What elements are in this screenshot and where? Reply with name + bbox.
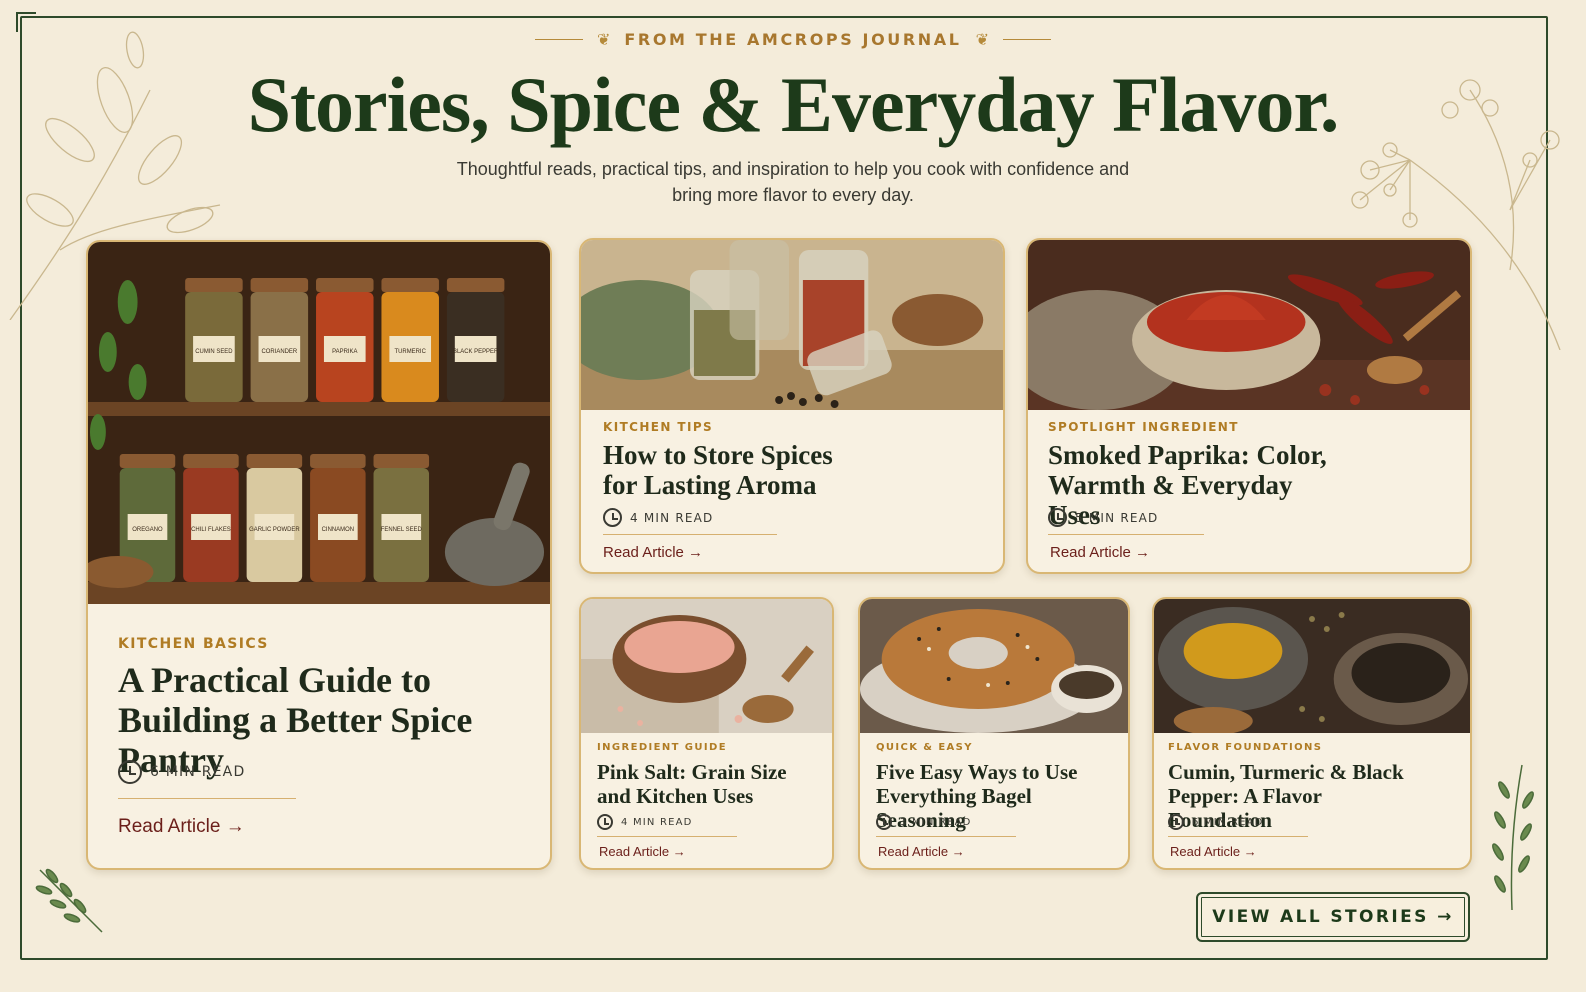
spice-jar: FENNEL SEED bbox=[373, 454, 430, 582]
featured-meta: 6 MIN READ bbox=[118, 760, 245, 784]
jar-label: CINNAMON bbox=[322, 527, 354, 533]
article-read-time: 4 MIN READ bbox=[621, 816, 693, 828]
spice-jar: GARLIC POWDER bbox=[246, 454, 303, 582]
spice-jar: BLACK PEPPER bbox=[446, 278, 505, 402]
article-category: INGREDIENT GUIDE bbox=[597, 742, 727, 753]
read-article-link[interactable]: Read Article → bbox=[603, 544, 703, 561]
view-all-stories-button[interactable]: VIEW ALL STORIES → bbox=[1196, 892, 1470, 942]
clock-icon bbox=[603, 508, 622, 527]
featured-read-time: 6 MIN READ bbox=[150, 764, 246, 780]
article-card[interactable]: KITCHEN TIPS How to Store Spices for Las… bbox=[579, 238, 1005, 574]
read-article-link[interactable]: Read Article → bbox=[878, 844, 965, 859]
article-card[interactable]: QUICK & EASY Five Easy Ways to Use Every… bbox=[858, 597, 1130, 870]
article-category: KITCHEN TIPS bbox=[603, 420, 714, 434]
article-category: SPOTLIGHT INGREDIENT bbox=[1048, 420, 1239, 434]
article-divider bbox=[1168, 836, 1308, 837]
article-meta: 4 MIN READ bbox=[603, 508, 714, 527]
clock-icon bbox=[876, 814, 892, 830]
article-image-paprika-bowl bbox=[1028, 240, 1470, 410]
article-image-spice-jars bbox=[581, 240, 1003, 410]
featured-article-image: CUMIN SEED CORIANDER PAPRIKA TURMERIC BLACK … bbox=[88, 242, 550, 604]
spice-jar: CINNAMON bbox=[310, 454, 366, 582]
article-read-time: 5 MIN READ bbox=[1075, 510, 1159, 525]
page-headline: Stories, Spice & Everyday Flavor. bbox=[247, 61, 1340, 148]
spice-jar: TURMERIC bbox=[381, 278, 439, 402]
jar-label: TURMERIC bbox=[395, 349, 427, 355]
article-divider bbox=[1048, 534, 1204, 535]
article-divider bbox=[597, 836, 737, 837]
article-card[interactable]: INGREDIENT GUIDE Pink Salt: Grain Size a… bbox=[579, 597, 834, 870]
featured-read-article-link[interactable]: Read Article → bbox=[118, 816, 245, 838]
clock-icon bbox=[597, 814, 613, 830]
article-meta: 6 MIN READ bbox=[1168, 814, 1264, 830]
featured-category: KITCHEN BASICS bbox=[118, 636, 269, 652]
header-eyebrow-row: ❦ FROM THE AMCROPS JOURNAL ❦ bbox=[0, 30, 1586, 49]
article-title: Pink Salt: Grain Size and Kitchen Uses bbox=[597, 760, 787, 808]
article-read-time: 6 MIN READ bbox=[1192, 816, 1264, 828]
spice-jar: CUMIN SEED bbox=[185, 278, 243, 402]
clock-icon bbox=[1168, 814, 1184, 830]
sprig-icon: ❦ bbox=[597, 30, 611, 49]
article-divider bbox=[603, 534, 777, 535]
article-meta: 5 MIN READ bbox=[1048, 508, 1159, 527]
jar-label: BLACK PEPPER bbox=[453, 349, 499, 355]
clock-icon bbox=[118, 760, 142, 784]
article-read-time: 4 MIN READ bbox=[630, 510, 714, 525]
article-image-pink-salt bbox=[581, 599, 832, 733]
clock-icon bbox=[1048, 508, 1067, 527]
article-card[interactable]: FLAVOR FOUNDATIONS Cumin, Turmeric & Bla… bbox=[1152, 597, 1472, 870]
spice-jar: CHILI FLAKES bbox=[183, 454, 239, 582]
article-meta: 3 MIN READ bbox=[876, 814, 972, 830]
journal-eyebrow: FROM THE AMCROPS JOURNAL bbox=[624, 30, 962, 49]
article-image-bagel bbox=[860, 599, 1128, 733]
jar-label: GARLIC POWDER bbox=[249, 527, 300, 533]
read-article-link[interactable]: Read Article → bbox=[1170, 844, 1257, 859]
jar-label: CUMIN SEED bbox=[195, 349, 233, 355]
jar-label: FENNEL SEED bbox=[381, 527, 423, 533]
article-title: How to Store Spices for Lasting Aroma bbox=[603, 440, 833, 500]
sprig-icon: ❦ bbox=[975, 30, 989, 49]
article-card[interactable]: SPOTLIGHT INGREDIENT Smoked Paprika: Col… bbox=[1026, 238, 1472, 574]
featured-divider bbox=[118, 798, 296, 799]
jar-label: CHILI FLAKES bbox=[191, 527, 231, 533]
eyebrow-divider bbox=[1003, 39, 1051, 40]
jar-label: CORIANDER bbox=[262, 349, 298, 355]
read-article-link[interactable]: Read Article → bbox=[1050, 544, 1150, 561]
eyebrow-divider bbox=[535, 39, 583, 40]
jar-label: PAPRIKA bbox=[332, 349, 357, 355]
article-category: QUICK & EASY bbox=[876, 742, 973, 753]
article-image-spice-bowls bbox=[1154, 599, 1470, 733]
article-read-time: 3 MIN READ bbox=[900, 816, 972, 828]
article-divider bbox=[876, 836, 1016, 837]
read-article-link[interactable]: Read Article → bbox=[599, 844, 686, 859]
article-category: FLAVOR FOUNDATIONS bbox=[1168, 742, 1323, 753]
spice-jar: PAPRIKA bbox=[316, 278, 374, 402]
article-meta: 4 MIN READ bbox=[597, 814, 693, 830]
jar-label: OREGANO bbox=[132, 527, 163, 533]
spice-jar: CORIANDER bbox=[250, 278, 309, 402]
page-subheadline: Thoughtful reads, practical tips, and in… bbox=[456, 159, 1130, 205]
featured-article-card[interactable]: CUMIN SEED CORIANDER PAPRIKA TURMERIC BLACK … bbox=[86, 240, 552, 870]
